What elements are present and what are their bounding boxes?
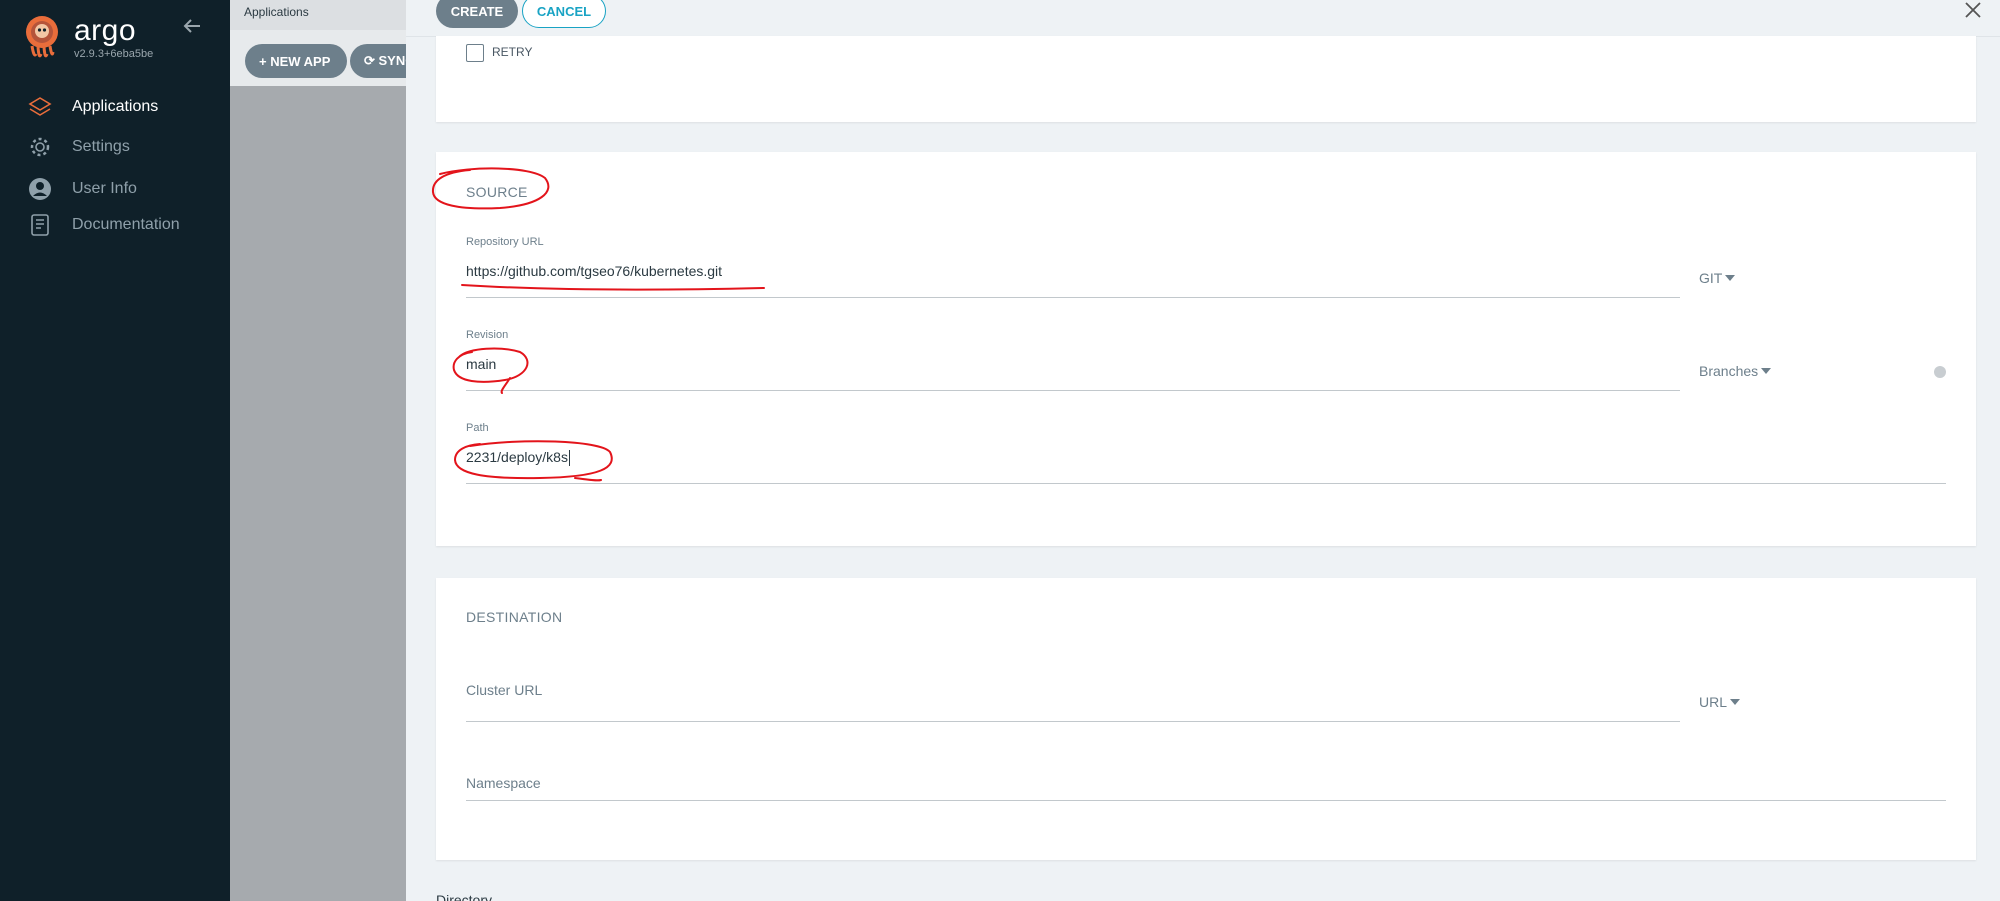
cluster-type-label: URL bbox=[1699, 694, 1728, 710]
panel-toolbar: CREATE CANCEL bbox=[406, 0, 2000, 37]
path-value: 2231/deploy/k8s bbox=[466, 449, 568, 465]
cluster-url-underline bbox=[466, 721, 1680, 722]
path-underline bbox=[466, 483, 1946, 484]
path-input[interactable]: 2231/deploy/k8s bbox=[466, 449, 570, 467]
gear-icon bbox=[28, 135, 52, 159]
version-label: v2.9.3+6eba5be bbox=[74, 48, 154, 60]
sidebar-item-applications[interactable]: Applications bbox=[28, 93, 158, 121]
retry-checkbox[interactable] bbox=[466, 44, 484, 62]
sidebar-item-user-info[interactable]: User Info bbox=[28, 175, 137, 203]
cluster-type-dropdown[interactable]: URL bbox=[1699, 694, 1741, 710]
revision-type-label: Branches bbox=[1699, 363, 1759, 379]
repo-url-input[interactable]: https://github.com/tgseo76/kubernetes.gi… bbox=[466, 263, 722, 279]
cluster-url-input[interactable]: Cluster URL bbox=[466, 682, 542, 698]
text-cursor bbox=[568, 450, 570, 467]
source-section-title: SOURCE bbox=[466, 184, 528, 200]
revision-label: Revision bbox=[466, 329, 509, 341]
revision-type-dropdown[interactable]: Branches bbox=[1699, 363, 1772, 379]
book-icon bbox=[28, 213, 52, 237]
namespace-input[interactable]: Namespace bbox=[466, 775, 541, 791]
sidebar-item-label: User Info bbox=[72, 180, 137, 197]
sidebar-item-label: Settings bbox=[72, 138, 130, 155]
sidebar-item-label: Applications bbox=[72, 98, 159, 115]
source-card: SOURCE Repository URL https://github.com… bbox=[436, 152, 1976, 546]
close-icon[interactable] bbox=[1962, 1, 1984, 23]
brand-name: argo bbox=[74, 14, 137, 47]
destination-section-title: DESTINATION bbox=[466, 609, 563, 625]
create-button[interactable]: CREATE bbox=[436, 0, 518, 28]
revision-input[interactable]: main bbox=[466, 356, 496, 372]
sidebar-item-label: Documentation bbox=[72, 216, 180, 233]
sync-options-card: RETRY bbox=[436, 36, 1976, 122]
repo-type-label: GIT bbox=[1699, 270, 1723, 286]
path-label: Path bbox=[466, 422, 489, 434]
namespace-underline bbox=[466, 800, 1946, 801]
caret-down-icon bbox=[1761, 368, 1772, 374]
caret-down-icon bbox=[1730, 699, 1741, 705]
repo-url-underline bbox=[466, 297, 1680, 298]
repo-url-label: Repository URL bbox=[466, 236, 544, 248]
new-app-button[interactable]: + NEW APP bbox=[245, 44, 347, 78]
page-title: Applications bbox=[244, 5, 309, 19]
sidebar-item-settings[interactable]: Settings bbox=[28, 133, 130, 161]
revision-underline bbox=[466, 390, 1680, 391]
repo-type-dropdown[interactable]: GIT bbox=[1699, 270, 1736, 286]
collapse-arrow-icon[interactable] bbox=[180, 14, 204, 38]
sidebar: argo v2.9.3+6eba5be Applications Setting… bbox=[0, 0, 230, 901]
cancel-button[interactable]: CANCEL bbox=[522, 0, 606, 28]
create-app-panel: CREATE CANCEL RETRY SOURCE Repository UR… bbox=[406, 0, 2000, 901]
sidebar-item-documentation[interactable]: Documentation bbox=[28, 211, 180, 239]
destination-card: DESTINATION Cluster URL URL Namespace bbox=[436, 578, 1976, 860]
layers-icon bbox=[28, 95, 52, 119]
caret-down-icon bbox=[1725, 275, 1736, 281]
page-header: Applications bbox=[230, 0, 410, 30]
directory-dropdown[interactable]: Directory bbox=[436, 892, 492, 901]
help-icon[interactable] bbox=[1934, 366, 1946, 378]
user-icon bbox=[28, 177, 52, 201]
retry-label: RETRY bbox=[492, 45, 533, 59]
argo-logo-icon[interactable] bbox=[22, 14, 62, 60]
